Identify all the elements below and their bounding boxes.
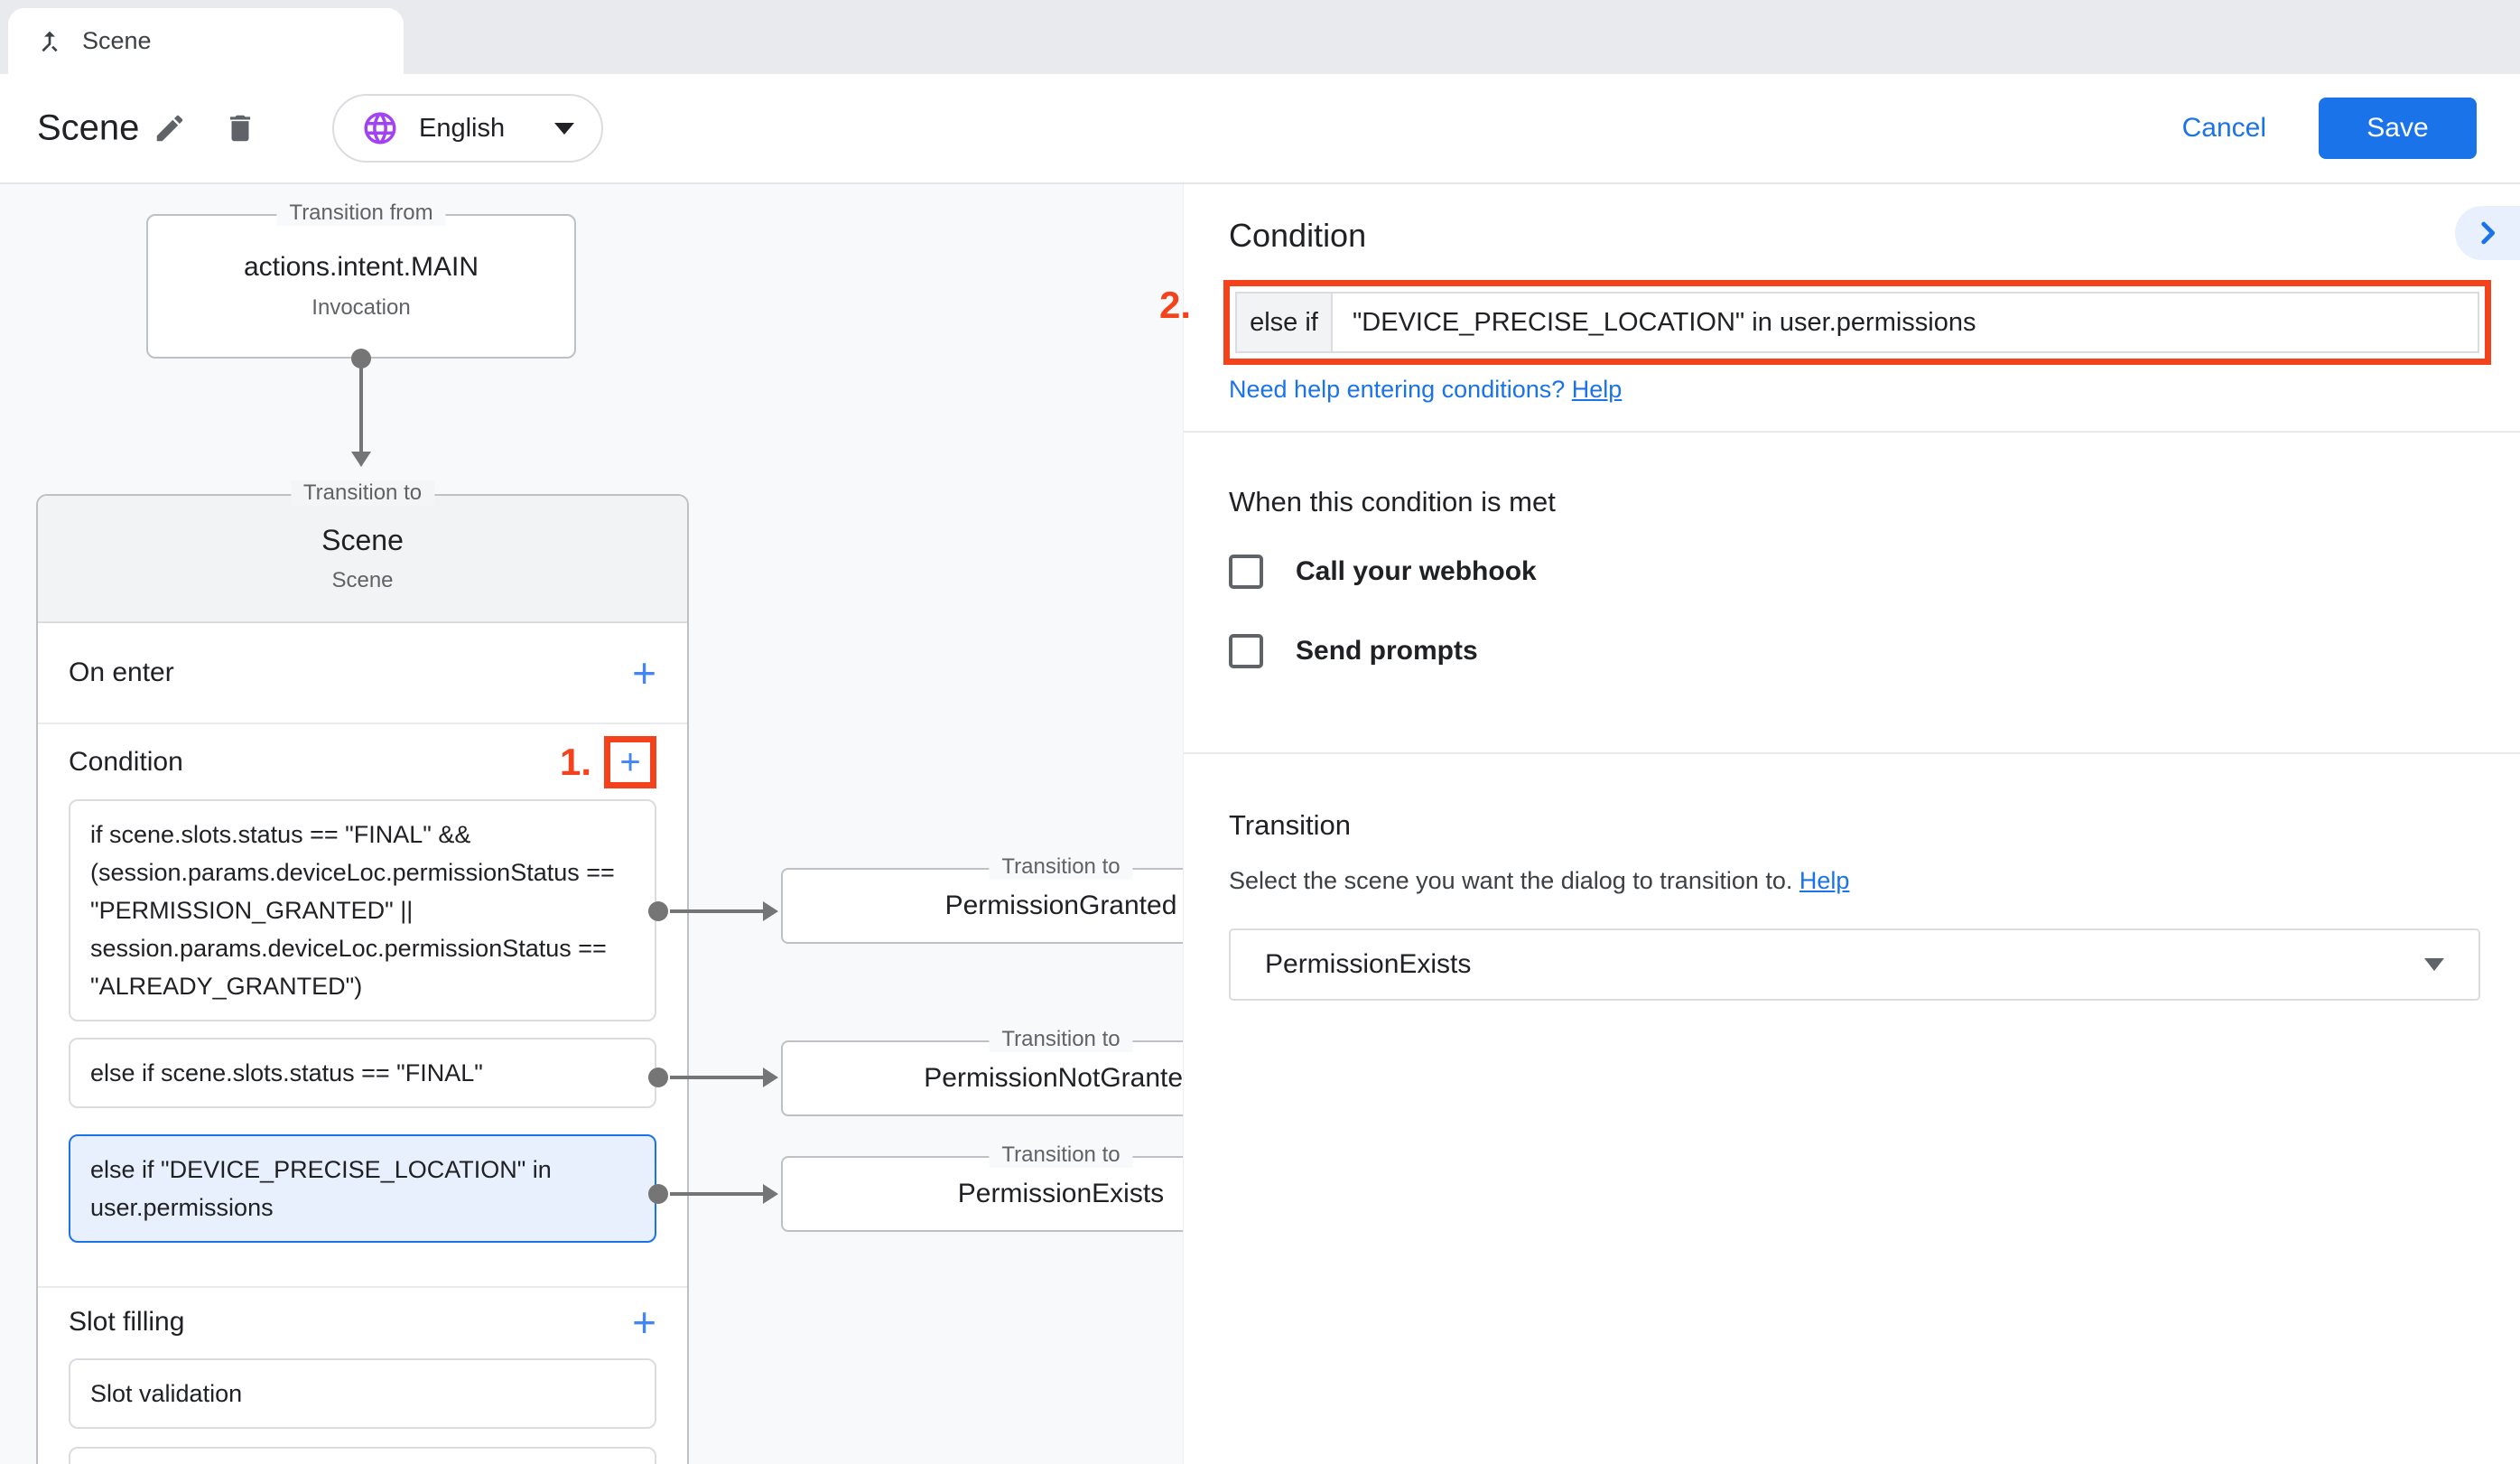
language-selector[interactable]: English — [332, 94, 603, 163]
add-condition-button[interactable]: + — [619, 744, 640, 780]
checkbox-unchecked-icon[interactable] — [1229, 634, 1263, 668]
condition-item-3-selected[interactable]: else if "DEVICE_PRECISE_LOCATION" in use… — [69, 1134, 656, 1243]
scene-card-title: Scene — [321, 524, 404, 557]
on-enter-label: On enter — [69, 657, 174, 688]
connector-dot — [648, 901, 668, 921]
target-node-permission-exists[interactable]: Transition to PermissionExists — [781, 1156, 1183, 1232]
language-label: English — [419, 114, 554, 144]
scene-card: Transition to Scene Scene On enter + Con… — [36, 494, 689, 1464]
intent-name: actions.intent.MAIN — [244, 252, 479, 283]
condition-section-header: Condition 1. + — [38, 724, 687, 799]
transition-to-legend: Transition to — [989, 1027, 1132, 1052]
condition-expression-input[interactable]: "DEVICE_PRECISE_LOCATION" in user.permis… — [1333, 294, 2478, 351]
arrow-right-icon — [763, 1184, 778, 1204]
transition-description-text: Select the scene you want the dialog to … — [1229, 867, 1792, 894]
trash-icon — [223, 111, 257, 145]
connector-line — [670, 909, 766, 913]
transition-to-legend: Transition to — [291, 480, 434, 506]
page-title: Scene — [37, 108, 139, 149]
selected-scene-value: PermissionExists — [1265, 949, 2424, 980]
slot-filling-section-header: Slot filling + — [38, 1288, 687, 1357]
pencil-icon — [153, 111, 187, 145]
send-prompts-option[interactable]: Send prompts — [1229, 634, 1478, 668]
transition-scene-select[interactable]: PermissionExists — [1229, 928, 2480, 1001]
help-text: Need help entering conditions? — [1229, 376, 1565, 403]
condition-label: Condition — [69, 747, 183, 778]
arrow-right-icon — [763, 1068, 778, 1087]
condition-item-1[interactable]: if scene.slots.status == "FINAL" && (ses… — [69, 799, 656, 1021]
transition-to-legend: Transition to — [989, 854, 1132, 880]
add-on-enter-button[interactable]: + — [632, 652, 656, 694]
transition-help-link[interactable]: Help — [1799, 867, 1850, 894]
header: Scene English Cancel Save — [0, 74, 2520, 184]
call-webhook-option[interactable]: Call your webhook — [1229, 555, 1537, 589]
when-met-heading: When this condition is met — [1229, 486, 1556, 518]
else-if-prefix: else if — [1237, 294, 1333, 351]
connector-dot — [648, 1184, 668, 1204]
annotation-step-1: 1. — [560, 741, 591, 784]
add-slot-button[interactable]: + — [632, 1301, 656, 1343]
condition-help-line: Need help entering conditions? Help — [1229, 376, 1622, 404]
help-link[interactable]: Help — [1572, 376, 1623, 403]
annotation-step-2: 2. — [1159, 284, 1191, 327]
target-scene-name: PermissionExists — [958, 1179, 1164, 1209]
dropdown-arrow-icon — [2424, 958, 2444, 971]
tab-scene[interactable]: Scene — [8, 8, 404, 74]
edit-scene-button[interactable] — [144, 103, 195, 154]
call-webhook-label: Call your webhook — [1296, 556, 1537, 587]
cancel-button[interactable]: Cancel — [2182, 113, 2266, 144]
arrow-down-icon — [351, 452, 371, 467]
annotation-highlight-box-2: else if "DEVICE_PRECISE_LOCATION" in use… — [1223, 280, 2491, 365]
target-node-permission-not-granted[interactable]: Transition to PermissionNotGranted — [781, 1040, 1183, 1116]
panel-heading: Condition — [1229, 217, 1366, 255]
arrow-right-icon — [763, 901, 778, 921]
globe-icon — [361, 109, 399, 147]
connector-dot — [648, 1068, 668, 1087]
panel-divider — [1184, 431, 2520, 433]
chevron-right-icon — [2472, 218, 2503, 248]
delete-scene-button[interactable] — [215, 103, 265, 154]
save-button[interactable]: Save — [2319, 98, 2477, 159]
condition-item-2[interactable]: else if scene.slots.status == "FINAL" — [69, 1038, 656, 1108]
slot-validation-item[interactable]: Slot validation — [69, 1358, 656, 1429]
chevron-down-icon — [554, 123, 574, 135]
connector-line — [359, 365, 363, 453]
panel-divider — [1184, 752, 2520, 754]
scene-card-subtitle: Scene — [331, 568, 393, 593]
clipped-item — [69, 1447, 656, 1464]
send-prompts-label: Send prompts — [1296, 636, 1478, 667]
transition-from-node[interactable]: Transition from actions.intent.MAIN Invo… — [146, 214, 576, 359]
scene-card-header[interactable]: Scene Scene — [38, 496, 687, 623]
connector-line — [670, 1192, 766, 1196]
on-enter-section: On enter + — [38, 623, 687, 724]
target-node-permission-granted[interactable]: Transition to PermissionGranted — [781, 868, 1183, 944]
tab-label: Scene — [82, 27, 152, 55]
target-scene-name: PermissionNotGranted — [924, 1063, 1183, 1094]
collapse-panel-button[interactable] — [2455, 206, 2520, 260]
checkbox-unchecked-icon[interactable] — [1229, 555, 1263, 589]
transition-from-legend: Transition from — [276, 200, 445, 226]
tab-strip: Scene — [0, 0, 2520, 74]
connector-line — [670, 1076, 766, 1079]
transition-heading: Transition — [1229, 809, 1351, 842]
target-scene-name: PermissionGranted — [945, 891, 1177, 921]
intent-type: Invocation — [312, 295, 410, 321]
actions-builder-scene-editor: Scene Scene English Cancel Save Transiti… — [0, 0, 2520, 1464]
annotation-highlight-box: + — [604, 736, 656, 788]
transition-description: Select the scene you want the dialog to … — [1229, 867, 1849, 895]
condition-detail-panel: Condition else if "DEVICE_PRECISE_LOCATI… — [1183, 184, 2520, 1464]
transition-to-legend: Transition to — [989, 1142, 1132, 1168]
slot-filling-label: Slot filling — [69, 1307, 184, 1338]
scene-flow-canvas: Transition from actions.intent.MAIN Invo… — [0, 184, 1183, 1464]
scene-merge-icon — [35, 27, 64, 56]
condition-expression-row: else if "DEVICE_PRECISE_LOCATION" in use… — [1235, 292, 2479, 353]
